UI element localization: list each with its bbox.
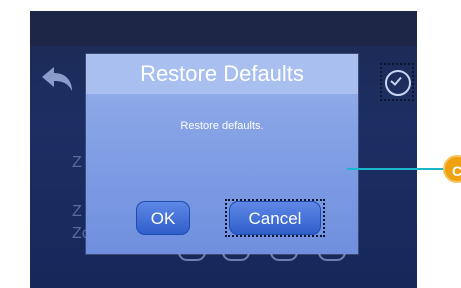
restore-defaults-dialog: Restore Defaults Restore defaults. OK Ca… [86,54,358,254]
top-bar [30,11,417,46]
confirm-button[interactable] [380,63,414,101]
back-arrow-icon [42,67,72,91]
back-button[interactable] [38,63,78,97]
dialog-title: Restore Defaults [86,54,358,94]
ok-button[interactable]: OK [136,201,190,235]
dialog-message: Restore defaults. [180,120,264,132]
check-circle-icon [385,70,411,96]
cancel-button[interactable]: Cancel [229,201,321,235]
zone-b-label: Z [72,203,82,220]
callout-line [347,168,445,170]
callout-badge: C [443,155,461,183]
zone-a-label: Z [72,154,82,171]
